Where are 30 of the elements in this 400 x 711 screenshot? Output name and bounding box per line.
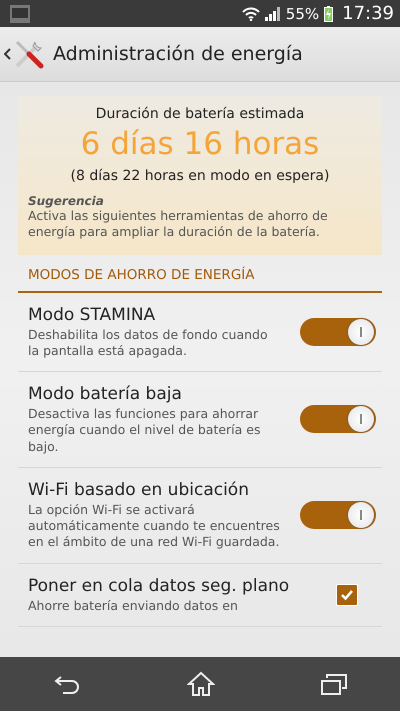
setting-title: Wi-Fi basado en ubicación	[28, 480, 250, 500]
estimate-value: 6 días 16 horas	[80, 126, 320, 162]
toggle-switch[interactable]	[300, 501, 376, 530]
home-icon	[187, 671, 215, 697]
tools-icon	[13, 38, 45, 70]
recent-apps-icon	[321, 673, 347, 695]
tip-title: Sugerencia	[28, 194, 105, 208]
setting-description: Desactiva las funciones para ahorrar energía cuando el nivel de batería es bajo.	[28, 406, 262, 455]
toggle-switch[interactable]	[300, 405, 376, 434]
setting-description: Deshabilita los datos de fondo cuando la pantalla está apagada.	[28, 326, 269, 359]
battery-percent: 55%	[286, 4, 320, 22]
signal-icon	[264, 6, 281, 20]
estimate-label: Duración de batería estimada	[94, 106, 306, 122]
setting-description: Ahorre batería enviando datos en	[28, 598, 239, 614]
checkbox[interactable]	[336, 584, 358, 606]
checkmark-icon	[340, 588, 354, 601]
standby-estimate: (8 días 22 horas en modo en espera)	[70, 168, 330, 184]
screen-title: Administración de energía	[53, 43, 303, 65]
tip-text: Activa las siguientes herramientas de ahorro de energía para ampliar la duración de la batería.	[28, 208, 329, 240]
clock: 17:39	[342, 3, 394, 24]
setting-title: Modo batería baja	[28, 384, 183, 404]
wifi-icon	[242, 6, 260, 20]
toggle-switch[interactable]	[300, 318, 376, 346]
setting-description: La opción Wi-Fi se activará automáticamente cuando te encuentres en el ámbito de una red Wi-Fi guardada.	[28, 502, 280, 550]
battery-charging-icon	[324, 6, 334, 22]
setting-title: Poner en cola datos seg. plano	[28, 576, 290, 596]
section-header: MODOS DE AHORRO DE ENERGÍA	[18, 254, 382, 292]
setting-title: Modo STAMINA	[28, 304, 156, 324]
chevron-left-icon	[4, 48, 11, 60]
notification-icon	[10, 4, 30, 22]
